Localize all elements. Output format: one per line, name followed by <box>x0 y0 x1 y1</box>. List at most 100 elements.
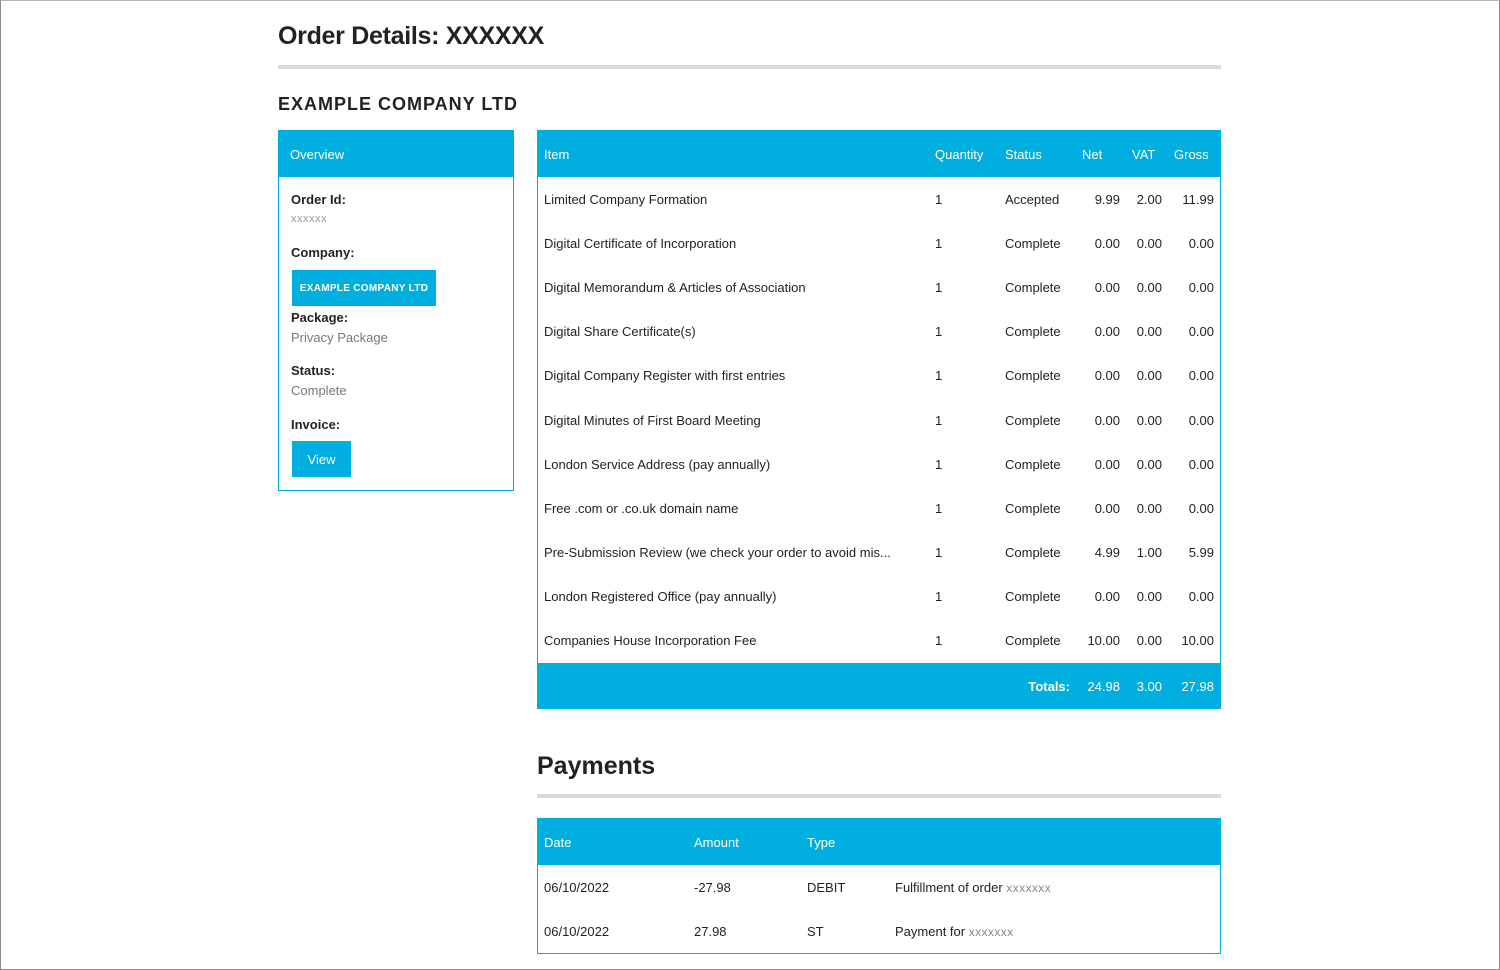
total-gross: 27.98 <box>1181 678 1214 694</box>
payment-description: Fulfillment of order xxxxxxx <box>889 865 1220 909</box>
item-vat: 0.00 <box>1136 412 1162 428</box>
item-quantity: 1 <box>935 589 943 605</box>
item-status: Complete <box>1005 235 1061 251</box>
column-header-item: Item <box>544 146 570 162</box>
column-header-amount: Amount <box>694 834 739 850</box>
table-row: Digital Minutes of First Board Meeting 1 C… <box>538 398 1220 442</box>
order-id-label: Order Id: <box>291 192 346 207</box>
item-vat: 0.00 <box>1136 500 1162 516</box>
totals-row: Totals: 24.98 3.00 27.98 <box>538 663 1220 710</box>
item-name: London Service Address (pay annually) <box>544 456 771 472</box>
item-name: Digital Memorandum & Articles of Associa… <box>544 279 806 295</box>
item-net: 0.00 <box>1094 412 1120 428</box>
company-label: Company: <box>291 245 355 260</box>
item-vat: 1.00 <box>1136 545 1162 561</box>
item-name: London Registered Office (pay annually) <box>544 589 777 605</box>
invoice-label: Invoice: <box>291 417 341 432</box>
payment-amount: 27.98 <box>694 923 727 939</box>
column-header-quantity: Quantity <box>935 146 984 162</box>
item-net: 10.00 <box>1087 633 1120 649</box>
item-vat: 0.00 <box>1136 633 1162 649</box>
item-net: 4.99 <box>1094 545 1120 561</box>
column-header-date: Date <box>544 834 572 850</box>
item-quantity: 1 <box>935 456 943 472</box>
title-divider <box>278 65 1221 69</box>
item-quantity: 1 <box>935 235 943 251</box>
column-header-type: Type <box>807 834 836 850</box>
item-quantity: 1 <box>935 412 943 428</box>
package-value: Privacy Package <box>291 330 388 345</box>
item-name: Companies House Incorporation Fee <box>544 633 757 649</box>
company-heading: EXAMPLE COMPANY LTD <box>278 94 519 114</box>
item-gross: 0.00 <box>1188 456 1214 472</box>
item-gross: 11.99 <box>1182 191 1214 207</box>
payment-row: 06/10/2022 -27.98 DEBIT Fulfillment of orde… <box>538 865 1220 909</box>
item-vat: 0.00 <box>1136 279 1162 295</box>
column-header-description <box>889 819 1220 865</box>
table-row: Pre-Submission Review (we check your ord… <box>538 531 1220 575</box>
payment-reference: xxxxxxx <box>968 924 1014 939</box>
column-header-vat: VAT <box>1132 146 1156 162</box>
item-net: 9.99 <box>1094 191 1120 207</box>
payment-amount: -27.98 <box>694 879 731 895</box>
item-status: Complete <box>1005 324 1061 340</box>
item-gross: 0.00 <box>1188 324 1214 340</box>
order-id-value: xxxxxx <box>291 213 327 225</box>
payment-row: 06/10/2022 27.98 ST Payment for xxxxxxx <box>538 909 1220 953</box>
item-gross: 0.00 <box>1188 235 1214 251</box>
total-net: 24.98 <box>1087 678 1120 694</box>
item-net: 0.00 <box>1094 279 1120 295</box>
item-gross: 0.00 <box>1188 589 1214 605</box>
payments-title: Payments <box>537 752 656 780</box>
item-quantity: 1 <box>935 500 943 516</box>
item-name: Pre-Submission Review (we check your ord… <box>544 545 891 561</box>
view-invoice-button[interactable]: View <box>292 441 351 477</box>
item-quantity: 1 <box>935 324 943 340</box>
table-row: Digital Company Register with first entr… <box>538 354 1220 398</box>
item-status: Complete <box>1005 456 1061 472</box>
column-header-net: Net <box>1082 146 1103 162</box>
company-link-button[interactable]: EXAMPLE COMPANY LTD <box>292 270 436 306</box>
payment-date: 06/10/2022 <box>544 879 610 895</box>
payment-description-text: Payment for <box>895 923 966 939</box>
payments-header-row: Date Amount Type <box>538 819 1220 865</box>
order-items-table: Item Quantity Status Net VAT Gross Limit… <box>537 130 1221 710</box>
item-vat: 0.00 <box>1136 589 1162 605</box>
status-value: Complete <box>291 383 347 398</box>
payments-table: Date Amount Type 06/10/2022 -27.98 DEBIT Fu… <box>537 818 1221 954</box>
item-status: Complete <box>1005 500 1061 516</box>
item-net: 0.00 <box>1094 456 1120 472</box>
item-net: 0.00 <box>1094 368 1120 384</box>
item-name: Limited Company Formation <box>544 191 708 207</box>
item-status: Accepted <box>1005 191 1060 207</box>
column-header-gross: Gross <box>1174 146 1209 162</box>
table-row: Free .com or .co.uk domain name 1 Complete… <box>538 486 1220 530</box>
item-vat: 0.00 <box>1136 456 1162 472</box>
item-quantity: 1 <box>935 633 943 649</box>
table-row: Limited Company Formation 1 Accepted 9.99 2.… <box>538 177 1220 221</box>
totals-label: Totals: <box>1028 678 1070 694</box>
item-gross: 10.00 <box>1181 633 1214 649</box>
package-label: Package: <box>291 310 349 325</box>
page-title: Order Details: XXXXXX <box>278 22 545 50</box>
item-quantity: 1 <box>935 191 943 207</box>
item-gross: 0.00 <box>1188 412 1214 428</box>
item-name: Digital Certificate of Incorporation <box>544 235 737 251</box>
item-vat: 0.00 <box>1136 368 1162 384</box>
item-quantity: 1 <box>935 368 943 384</box>
payment-type: DEBIT <box>807 879 846 895</box>
table-row: London Service Address (pay annually) 1 Co… <box>538 442 1220 486</box>
payment-description: Payment for xxxxxxx <box>889 909 1220 953</box>
item-quantity: 1 <box>935 279 943 295</box>
table-row: Companies House Incorporation Fee 1 Comple… <box>538 619 1220 663</box>
item-status: Complete <box>1005 633 1061 649</box>
payment-type: ST <box>807 923 824 939</box>
table-row: London Registered Office (pay annually) 1… <box>538 575 1220 619</box>
item-vat: 0.00 <box>1136 235 1162 251</box>
table-row: Digital Certificate of Incorporation 1 Com… <box>538 221 1220 265</box>
total-vat: 3.00 <box>1136 678 1162 694</box>
item-name: Free .com or .co.uk domain name <box>544 500 739 516</box>
payment-description-text: Fulfillment of order <box>895 879 1003 895</box>
overview-card: Overview Order Id: xxxxxx Company: EXAMP… <box>278 130 514 491</box>
status-label: Status: <box>291 363 336 378</box>
